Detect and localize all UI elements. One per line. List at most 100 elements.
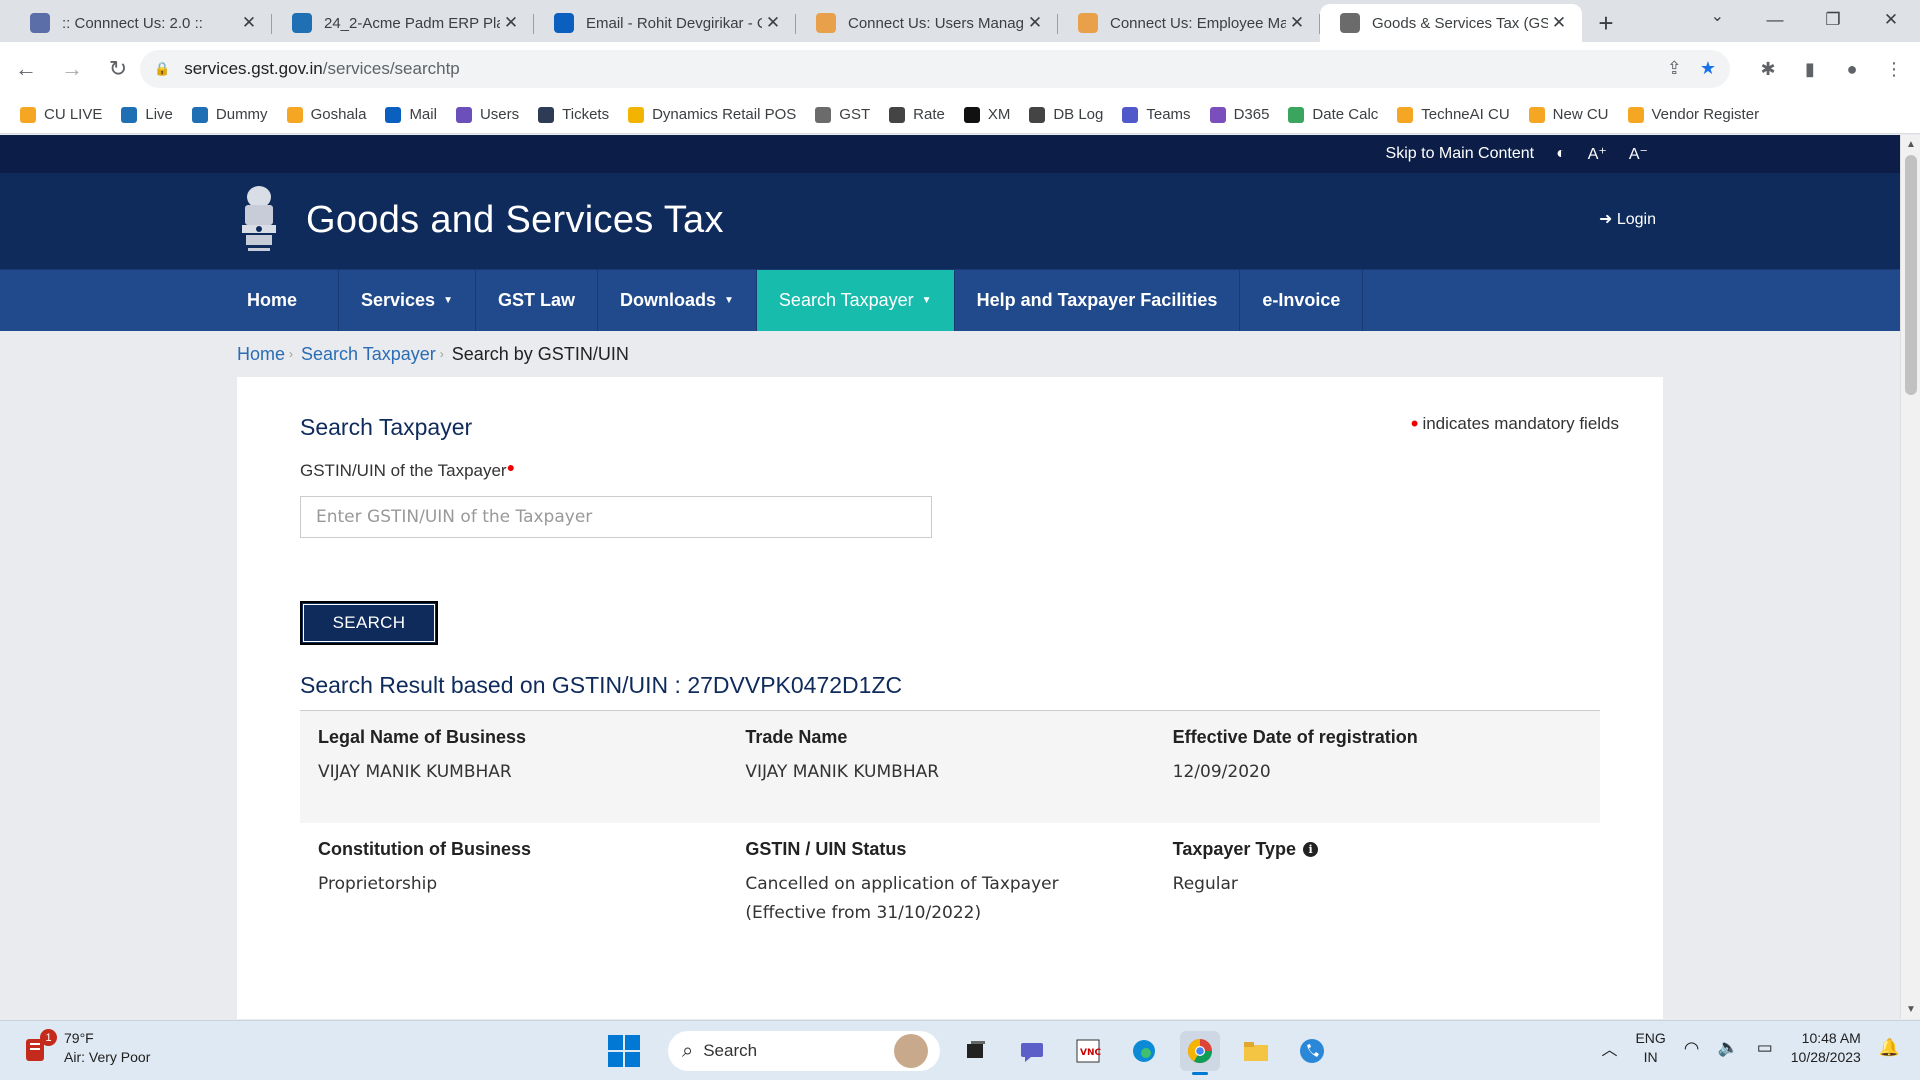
bookmark-label: Dynamics Retail POS <box>652 106 797 123</box>
tab-close-icon[interactable]: ✕ <box>1024 13 1046 33</box>
contrast-icon[interactable]: ◐ <box>1556 145 1566 163</box>
task-view-icon[interactable] <box>956 1031 996 1071</box>
notification-bell-icon[interactable]: 🔔 <box>1879 1038 1900 1058</box>
forward-icon[interactable]: → <box>52 49 92 89</box>
nav-item-search-taxpayer[interactable]: Search Taxpayer ▼ <box>756 270 955 331</box>
result-cell: Effective Date of registration 12/09/202… <box>1173 727 1600 823</box>
tab-close-icon[interactable]: ✕ <box>1548 13 1570 33</box>
bookmark-item[interactable]: Dummy <box>191 106 268 123</box>
tab-close-icon[interactable]: ✕ <box>762 13 784 33</box>
volume-icon[interactable]: 🔈 <box>1718 1038 1739 1058</box>
skip-to-main-link[interactable]: Skip to Main Content <box>1386 145 1535 163</box>
scroll-up-icon[interactable]: ▲ <box>1901 139 1920 150</box>
address-bar[interactable]: 🔒 services.gst.gov.in/services/searchtp … <box>140 50 1730 88</box>
url-host: services.gst.gov.in <box>184 59 323 78</box>
bookmark-item[interactable]: Teams <box>1122 106 1191 123</box>
tab-close-icon[interactable]: ✕ <box>1286 13 1308 33</box>
bookmark-item[interactable]: Vendor Register <box>1627 106 1759 123</box>
scrollbar-thumb[interactable] <box>1905 155 1917 395</box>
new-tab-button[interactable]: + <box>1586 4 1626 42</box>
bookmark-item[interactable]: Rate <box>889 106 945 123</box>
reload-icon[interactable]: ↻ <box>98 49 138 89</box>
bookmark-item[interactable]: Live <box>121 106 173 123</box>
gstin-input[interactable] <box>300 496 932 538</box>
chrome-browser-icon[interactable] <box>1180 1031 1220 1075</box>
side-panel-icon[interactable]: ▮ <box>1796 50 1824 88</box>
result-row: Legal Name of Business VIJAY MANIK KUMBH… <box>300 711 1600 823</box>
language-indicator[interactable]: ENG IN <box>1635 1029 1665 1067</box>
login-label: Login <box>1616 211 1656 228</box>
phone-app-icon[interactable] <box>1292 1031 1332 1071</box>
nav-item-e-invoice[interactable]: e-Invoice <box>1240 270 1364 331</box>
menu-kebab-icon[interactable]: ⋮ <box>1880 50 1908 88</box>
windows-start-icon[interactable] <box>608 1035 640 1067</box>
weather-widget[interactable]: 1 79°F Air: Very Poor <box>24 1029 150 1067</box>
bookmark-favicon-icon <box>20 106 36 123</box>
search-button[interactable]: SEARCH <box>300 601 438 645</box>
bookmark-item[interactable]: GST <box>815 106 870 123</box>
browser-tab[interactable]: Connect Us: Employee Mas ✕ <box>1058 4 1320 42</box>
info-icon[interactable]: i <box>1303 842 1319 857</box>
browser-tab-strip: :: Connnect Us: 2.0 :: ✕ 24_2-Acme Padm ER… <box>0 0 1920 42</box>
bookmark-label: Live <box>145 106 173 123</box>
taskbar-search[interactable]: ⌕ Search <box>668 1031 940 1071</box>
bookmark-item[interactable]: Dynamics Retail POS <box>628 106 796 123</box>
legal-name-value: VIJAY MANIK KUMBHAR <box>318 762 512 782</box>
tab-favicon-icon <box>816 13 836 33</box>
bookmark-item[interactable]: Users <box>455 106 519 123</box>
bookmark-item[interactable]: Date Calc <box>1288 106 1378 123</box>
file-explorer-icon[interactable] <box>1236 1031 1276 1071</box>
clock[interactable]: 10:48 AM 10/28/2023 <box>1791 1029 1861 1067</box>
maximize-icon[interactable]: ❐ <box>1804 0 1862 40</box>
login-link[interactable]: ➜ Login <box>1599 209 1656 229</box>
share-icon[interactable]: ⇪ <box>1667 58 1682 79</box>
bookmark-label: DB Log <box>1053 106 1104 123</box>
browser-tab[interactable]: Email - Rohit Devgirikar - C ✕ <box>534 4 796 42</box>
scroll-down-icon[interactable]: ▼ <box>1901 1004 1920 1015</box>
taxpayer-type-label: Taxpayer Type i <box>1173 839 1600 860</box>
battery-icon[interactable]: ▭ <box>1757 1038 1773 1058</box>
font-decrease-button[interactable]: A⁻ <box>1629 144 1648 164</box>
chevron-up-icon[interactable]: ︿ <box>1601 1036 1617 1060</box>
nav-item-home[interactable]: Home <box>225 270 339 331</box>
legal-name-label: Legal Name of Business <box>318 727 527 747</box>
breadcrumb-home[interactable]: Home <box>237 344 285 365</box>
bookmark-star-icon[interactable]: ★ <box>1700 58 1716 79</box>
breadcrumb-search-taxpayer[interactable]: Search Taxpayer <box>301 344 436 365</box>
nav-item-gst-law[interactable]: GST Law <box>476 270 598 331</box>
bookmark-item[interactable]: Mail <box>385 106 437 123</box>
search-highlight-icon <box>894 1034 928 1068</box>
nav-item-downloads[interactable]: Downloads ▼ <box>598 270 757 331</box>
bookmark-item[interactable]: D365 <box>1209 106 1269 123</box>
bookmark-item[interactable]: XM <box>963 106 1010 123</box>
browser-tab[interactable]: Connect Us: Users Manage ✕ <box>796 4 1058 42</box>
browser-tab[interactable]: 24_2-Acme Padm ERP Platf ✕ <box>272 4 534 42</box>
browser-tab[interactable]: :: Connnect Us: 2.0 :: ✕ <box>10 4 272 42</box>
tab-close-icon[interactable]: ✕ <box>238 13 260 33</box>
page-scrollbar[interactable]: ▲ ▼ <box>1900 135 1920 1019</box>
vnc-viewer-icon[interactable]: VNC <box>1068 1031 1108 1071</box>
bookmark-item[interactable]: Goshala <box>286 106 366 123</box>
nav-item-label: Services <box>361 290 436 310</box>
extensions-icon[interactable]: ✱ <box>1754 50 1782 88</box>
nav-item-help-and-taxpayer-facilities[interactable]: Help and Taxpayer Facilities <box>955 270 1241 331</box>
bookmark-item[interactable]: CU LIVE <box>20 106 102 123</box>
tab-close-icon[interactable]: ✕ <box>500 13 522 33</box>
minimize-icon[interactable]: — <box>1746 0 1804 40</box>
chat-icon[interactable] <box>1012 1031 1052 1071</box>
bookmark-favicon-icon <box>191 106 208 123</box>
nav-item-services[interactable]: Services ▼ <box>339 270 476 331</box>
bookmark-item[interactable]: TechneAI CU <box>1397 106 1510 123</box>
browser-tab[interactable]: Goods & Services Tax (GST ✕ <box>1320 4 1582 42</box>
font-increase-button[interactable]: A⁺ <box>1588 144 1607 164</box>
tab-search-icon[interactable]: ⌄ <box>1711 6 1724 26</box>
close-window-icon[interactable]: ✕ <box>1862 0 1920 40</box>
wifi-icon[interactable]: ◠ <box>1684 1038 1700 1059</box>
bookmark-item[interactable]: DB Log <box>1029 106 1103 123</box>
tab-title: :: Connnect Us: 2.0 :: <box>62 14 203 32</box>
edge-browser-icon[interactable] <box>1124 1031 1164 1071</box>
profile-avatar-icon[interactable]: ● <box>1838 50 1866 88</box>
bookmark-item[interactable]: New CU <box>1528 106 1609 123</box>
bookmark-item[interactable]: Tickets <box>538 106 609 123</box>
back-icon[interactable]: ← <box>6 49 46 89</box>
